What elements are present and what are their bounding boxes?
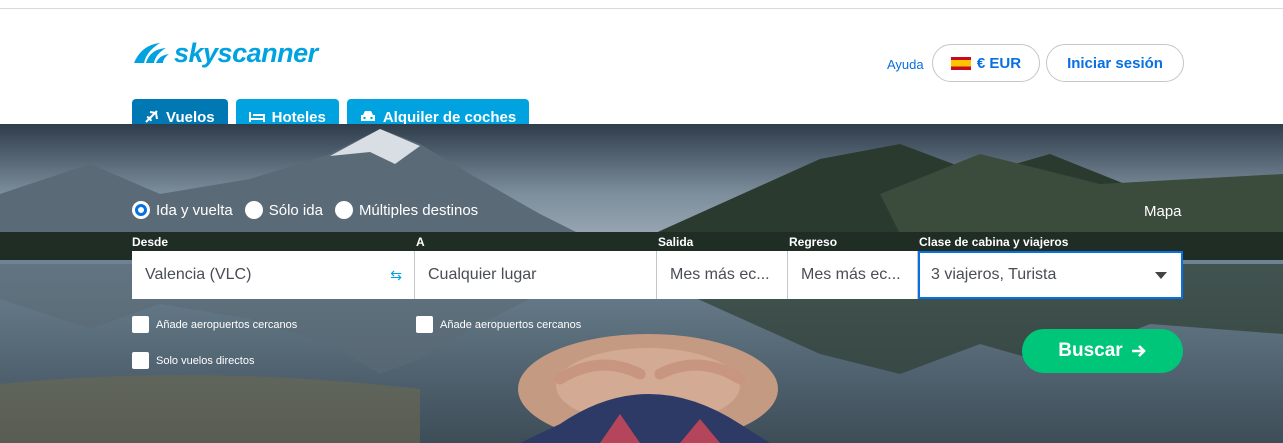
search-button[interactable]: Buscar <box>1022 329 1183 373</box>
trip-type-multicity[interactable]: Múltiples destinos <box>334 201 479 219</box>
from-label: Desde <box>132 235 169 249</box>
currency-button[interactable]: € EUR <box>932 44 1040 82</box>
radio-multi-city[interactable] <box>334 201 353 219</box>
help-link[interactable]: Ayuda <box>887 57 924 72</box>
bed-icon <box>248 112 265 122</box>
logo-text: skyscanner <box>174 37 318 68</box>
return-value: Mes más ec... <box>801 266 901 283</box>
login-button[interactable]: Iniciar sesión <box>1046 44 1184 82</box>
direct-label: Solo vuelos directos <box>156 354 255 367</box>
login-label: Iniciar sesión <box>1067 54 1163 72</box>
arrow-right-icon <box>1131 345 1146 357</box>
site-header: skyscanner Ayuda € EUR Iniciar sesión Vu… <box>0 10 1283 135</box>
nearby-airports-from[interactable]: Añade aeropuertos cercanos <box>132 316 297 333</box>
car-icon <box>360 111 375 121</box>
tab-flights-label: Vuelos <box>166 108 215 126</box>
top-border <box>0 0 1283 9</box>
radio-one-way-label: Sólo ida <box>268 201 323 219</box>
trip-type-round[interactable]: Ida y vuelta <box>132 201 233 219</box>
checkbox-nearby-to[interactable] <box>416 316 433 333</box>
direct-flights-only[interactable]: Solo vuelos directos <box>132 352 254 369</box>
to-value: Cualquier lugar <box>428 266 537 283</box>
depart-date-input[interactable]: Mes más ec... <box>657 251 788 299</box>
from-value: Valencia (VLC) <box>145 266 252 283</box>
logo-icon <box>134 43 169 63</box>
tab-hotels-label: Hoteles <box>271 108 326 126</box>
radio-multi-city-label: Múltiples destinos <box>358 201 479 219</box>
radio-one-way[interactable] <box>244 201 263 219</box>
tab-car-hire-label: Alquiler de coches <box>382 108 517 126</box>
return-label: Regreso <box>789 235 838 249</box>
cabin-label: Clase de cabina y viajeros <box>919 235 1069 249</box>
skyscanner-logo[interactable]: skyscanner <box>132 38 318 68</box>
currency-label: € EUR <box>976 54 1022 72</box>
search-button-label: Buscar <box>1058 340 1123 361</box>
radio-round-trip-label: Ida y vuelta <box>156 201 233 219</box>
chevron-down-icon <box>1155 272 1167 279</box>
depart-value: Mes más ec... <box>670 266 770 283</box>
spain-flag-icon <box>950 56 971 70</box>
map-link[interactable]: Mapa <box>1144 203 1182 220</box>
trip-type-selector: Ida y vuelta Sólo ida Múltiples destinos <box>132 201 478 219</box>
checkbox-nearby-from[interactable] <box>132 316 149 333</box>
from-input[interactable]: Valencia (VLC) ⇆ <box>132 251 415 299</box>
to-label: A <box>416 235 425 249</box>
return-date-input[interactable]: Mes más ec... <box>788 251 918 299</box>
swap-icon[interactable]: ⇆ <box>390 267 402 284</box>
search-hero: Ida y vuelta Sólo ida Múltiples destinos… <box>0 124 1283 443</box>
cabin-value: 3 viajeros, Turista <box>931 266 1057 283</box>
nearby-airports-to[interactable]: Añade aeropuertos cercanos <box>416 316 581 333</box>
cabin-travellers-select[interactable]: 3 viajeros, Turista <box>918 251 1183 299</box>
checkbox-direct[interactable] <box>132 352 149 369</box>
radio-round-trip[interactable] <box>132 201 150 219</box>
plane-icon <box>145 110 158 123</box>
trip-type-oneway[interactable]: Sólo ida <box>244 201 323 219</box>
search-fields: Valencia (VLC) ⇆ Cualquier lugar Mes más… <box>132 251 1183 299</box>
depart-label: Salida <box>658 235 694 249</box>
nearby-to-label: Añade aeropuertos cercanos <box>440 318 582 331</box>
nearby-from-label: Añade aeropuertos cercanos <box>156 318 298 331</box>
to-input[interactable]: Cualquier lugar <box>415 251 657 299</box>
